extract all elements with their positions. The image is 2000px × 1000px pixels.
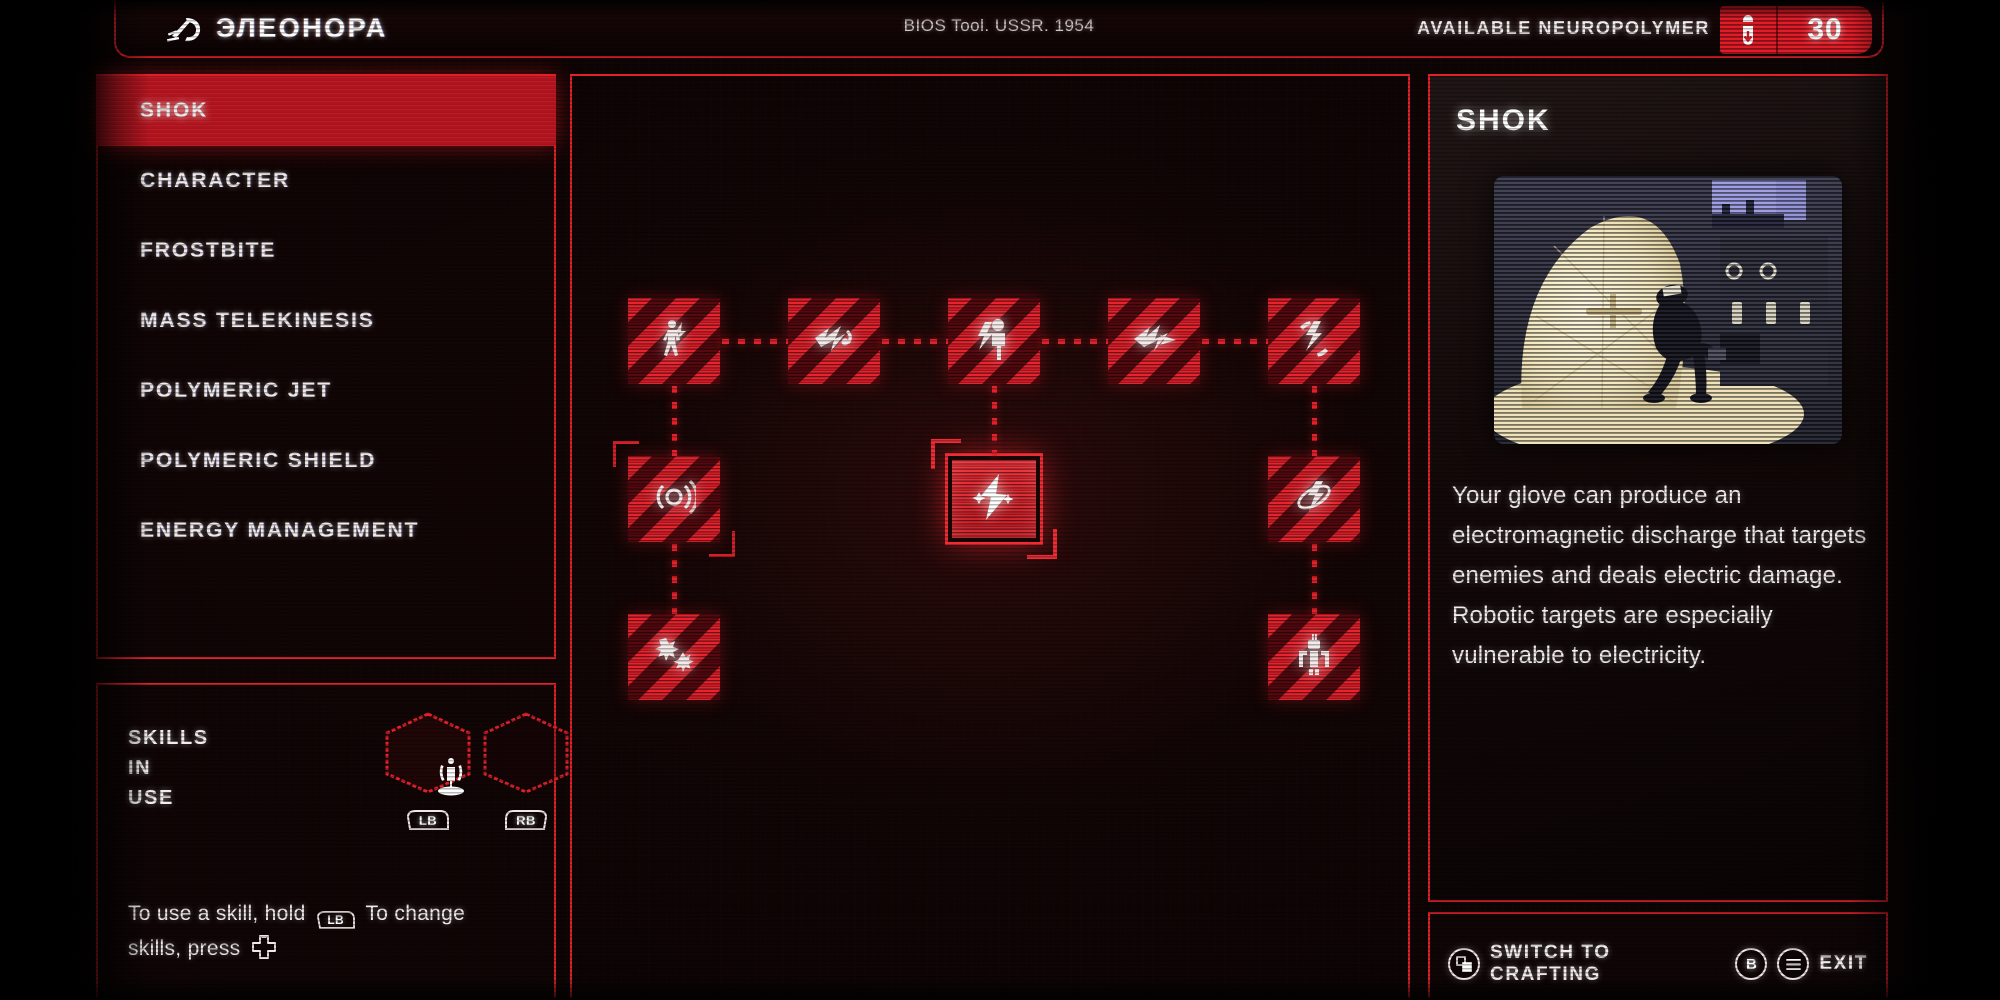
skill-slot-hex-empty[interactable] [480,711,572,795]
neuropolymer-counter: 30 [1720,6,1872,54]
shok-preview-image [1494,176,1842,444]
header-bar: ЭЛЕОНОРА BIOS Tool. USSR. 1954 AVAILABLE… [114,0,1884,58]
sidebar-item-mass-telekinesis[interactable]: MASS TELEKINESIS [98,286,554,356]
controls-hint: To use a skill, hold LB To change skills… [128,897,518,971]
skills-in-use-label: SKILLS IN USE [128,723,209,813]
skill-node-locked[interactable] [1268,298,1360,384]
skill-tree-panel [570,74,1410,998]
skill-slot-rb[interactable]: RB [480,711,572,830]
game-screen: ЭЛЕОНОРА BIOS Tool. USSR. 1954 AVAILABLE… [0,0,2000,1000]
tree-link-vertical [1312,544,1317,614]
skill-node-selected[interactable] [931,439,1057,559]
sidebar-item-label: POLYMERIC JET [140,379,332,402]
sidebar-item-polymeric-shield[interactable]: POLYMERIC SHIELD [98,426,554,496]
node-bracket-top-left [931,439,961,469]
star-burst-icon [651,632,697,683]
sidebar-item-label: POLYMERIC SHIELD [140,449,377,472]
thumbnail-scanlines [1494,176,1842,444]
sidebar-item-polymeric-jet[interactable]: POLYMERIC JET [98,356,554,426]
neuropolymer-label: AVAILABLE NEUROPOLYMER [1417,18,1710,38]
neuropolymer-value: 30 [1807,13,1843,46]
neuropolymer-vial-icon [1720,6,1776,54]
figure-shock-icon [652,317,696,366]
sidebar-item-frostbite[interactable]: FROSTBITE [98,216,554,286]
node-bracket-bottom-right [1027,529,1057,559]
exit-label[interactable]: EXIT [1819,953,1868,975]
skill-slot-lb[interactable]: LB [382,711,474,830]
skill-node-locked[interactable] [628,614,720,700]
inline-button-tag-lb: LB [316,908,356,932]
hint-text-part1: To use a skill, hold [128,902,306,925]
tree-link-vertical [1312,386,1317,456]
button-tag-lb: LB [406,807,450,833]
hex-outline-icon [483,712,569,794]
hint-text-part2: To change [365,902,466,925]
skill-slot-hex-filled[interactable] [382,711,474,796]
footer-actions-panel: SWITCH TO CRAFTING B EXIT [1428,912,1888,998]
skills-label-line1: SKILLS [128,727,209,749]
sidebar-item-label: CHARACTER [140,169,291,192]
skill-tree-canvas [572,76,1408,998]
tree-link-vertical [672,386,677,456]
skill-category-menu: SHOK CHARACTER FROSTBITE MASS TELEKINESI… [96,74,556,659]
arrow-shock-icon [1130,321,1178,362]
skill-node-locked[interactable] [788,298,880,384]
swirl-shock-icon [1292,317,1336,366]
sidebar-item-label: MASS TELEKINESIS [140,309,375,332]
tree-link-horizontal [722,339,788,344]
switch-windows-icon[interactable] [1448,948,1480,980]
sidebar-item-shok[interactable]: SHOK [96,76,556,146]
lightning-bolt-icon [969,472,1019,527]
skill-node-locked[interactable] [1108,298,1200,384]
sidebar-item-label: ENERGY MANAGEMENT [140,519,420,542]
button-tag-rb: RB [504,807,548,833]
skill-node-locked[interactable] [948,298,1040,384]
b-button-icon[interactable]: B [1735,948,1768,980]
robot-target-icon [1291,633,1337,681]
skill-node-locked[interactable] [613,441,735,557]
sidebar-item-label: SHOK [140,99,209,122]
tree-link-horizontal [882,339,948,344]
sidebar-item-character[interactable]: CHARACTER [98,146,554,216]
detail-description: Your glove can produce an electromagneti… [1452,482,1867,669]
skill-detail-panel: SHOK Your glove can produce an electroma… [1428,74,1888,902]
dpad-icon [251,934,277,971]
node-bracket-top-left [613,441,639,467]
ring-wave-icon [652,475,699,524]
tree-link-horizontal [1202,339,1268,344]
switch-to-crafting-label[interactable]: SWITCH TO CRAFTING [1490,942,1715,986]
sidebar-item-label: FROSTBITE [140,239,277,262]
skill-node-locked[interactable] [628,298,720,384]
skill-node-locked[interactable] [1268,456,1360,542]
node-bracket-bottom-right [709,531,735,557]
skills-label-line2: IN [128,757,152,779]
skill-node-locked[interactable] [1268,614,1360,700]
figure-bolt-icon [972,316,1016,367]
tree-link-horizontal [1042,339,1108,344]
tree-link-vertical [672,544,677,614]
bolt-burst-icon [811,318,857,365]
skills-label-line3: USE [128,787,174,809]
skills-in-use-panel: SKILLS IN USE LB RB To use a skill, hold… [96,683,569,998]
tree-link-vertical [992,386,997,456]
hint-text-part3: skills, press [128,937,241,960]
detail-title: SHOK [1456,104,1551,137]
sidebar-item-energy-management[interactable]: ENERGY MANAGEMENT [98,496,554,566]
menu-lines-icon[interactable] [1777,948,1810,980]
orbit-shock-icon [1292,475,1336,524]
